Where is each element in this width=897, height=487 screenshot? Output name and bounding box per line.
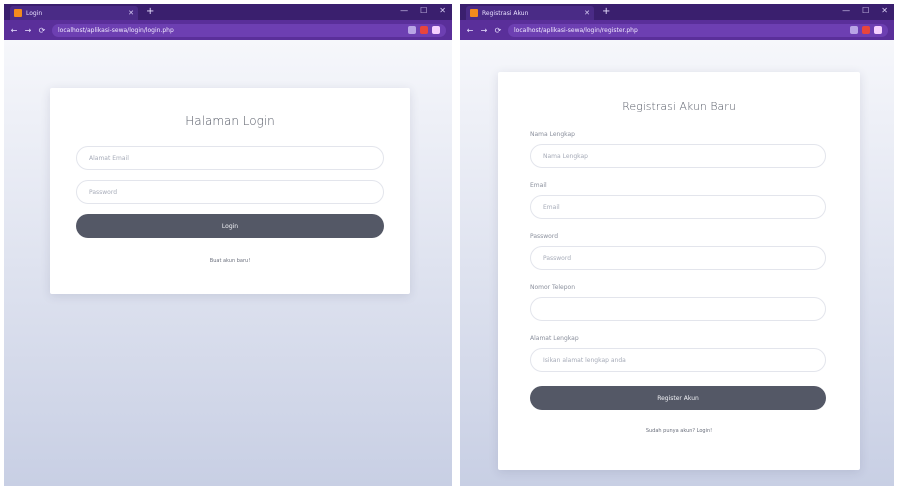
maximize-icon[interactable]: ☐ [862,5,869,17]
reload-icon[interactable]: ⟳ [494,26,502,35]
address-bar[interactable]: localhost/aplikasi-sewa/login/login.php [52,23,446,37]
login-card: Halaman Login Login Buat akun baru! [50,88,410,294]
new-tab-button[interactable]: + [602,6,610,18]
extension-icon[interactable] [850,26,858,34]
register-link[interactable]: Buat akun baru! [50,258,410,264]
minimize-icon[interactable]: — [842,5,850,17]
password-label: Password [530,233,559,240]
close-icon[interactable]: ✕ [439,5,446,17]
title-bar: Registrasi Akun ✕ + — ☐ ✕ [460,4,894,20]
extension-icon[interactable] [432,26,440,34]
maximize-icon[interactable]: ☐ [420,5,427,17]
register-button[interactable]: Register Akun [530,386,826,410]
forward-icon[interactable]: → [480,26,488,35]
tab-close-icon[interactable]: ✕ [584,9,590,17]
reload-icon[interactable]: ⟳ [38,26,46,35]
password-input[interactable] [76,180,384,204]
minimize-icon[interactable]: — [400,5,408,17]
address-label: Alamat Lengkap [530,335,579,342]
navigation-bar: ← → ⟳ localhost/aplikasi-sewa/login/logi… [4,20,452,40]
login-button[interactable]: Login [76,214,384,238]
browser-tab-register[interactable]: Registrasi Akun ✕ [466,6,594,20]
page-title: Registrasi Akun Baru [622,100,736,113]
tab-title: Login [26,9,43,17]
password-input[interactable] [530,246,826,270]
phone-input[interactable] [530,297,826,321]
window-controls: — ☐ ✕ [842,5,888,17]
favicon-icon [14,9,22,17]
login-link[interactable]: Sudah punya akun? Login! [498,428,860,434]
window-controls: — ☐ ✕ [400,5,446,17]
navigation-bar: ← → ⟳ localhost/aplikasi-sewa/login/regi… [460,20,894,40]
url-text: localhost/aplikasi-sewa/login/register.p… [514,26,638,34]
back-icon[interactable]: ← [10,26,18,35]
browser-tab-login[interactable]: Login ✕ [10,6,138,20]
browser-window-login: Login ✕ + — ☐ ✕ ← → ⟳ localhost/aplikasi… [4,4,452,486]
page-title: Halaman Login [185,114,275,128]
forward-icon[interactable]: → [24,26,32,35]
extension-icon[interactable] [420,26,428,34]
phone-label: Nomor Telepon [530,284,576,291]
title-bar: Login ✕ + — ☐ ✕ [4,4,452,20]
register-card: Registrasi Akun Baru Nama Lengkap Email … [498,72,860,470]
address-bar[interactable]: localhost/aplikasi-sewa/login/register.p… [508,23,888,37]
screenshot: Login ✕ + — ☐ ✕ ← → ⟳ localhost/aplikasi… [0,0,897,487]
page-viewport: Halaman Login Login Buat akun baru! [4,40,452,486]
new-tab-button[interactable]: + [146,6,154,18]
extension-icon[interactable] [874,26,882,34]
name-input[interactable] [530,144,826,168]
extension-icon[interactable] [408,26,416,34]
url-text: localhost/aplikasi-sewa/login/login.php [58,26,174,34]
name-label: Nama Lengkap [530,131,575,138]
favicon-icon [470,9,478,17]
email-label: Email [530,182,547,189]
browser-window-register: Registrasi Akun ✕ + — ☐ ✕ ← → ⟳ localhos… [460,4,894,486]
tab-title: Registrasi Akun [482,9,529,17]
email-input[interactable] [530,195,826,219]
email-input[interactable] [76,146,384,170]
extension-icon[interactable] [862,26,870,34]
page-viewport: Registrasi Akun Baru Nama Lengkap Email … [460,40,894,486]
close-icon[interactable]: ✕ [881,5,888,17]
back-icon[interactable]: ← [466,26,474,35]
address-input[interactable] [530,348,826,372]
tab-close-icon[interactable]: ✕ [128,9,134,17]
